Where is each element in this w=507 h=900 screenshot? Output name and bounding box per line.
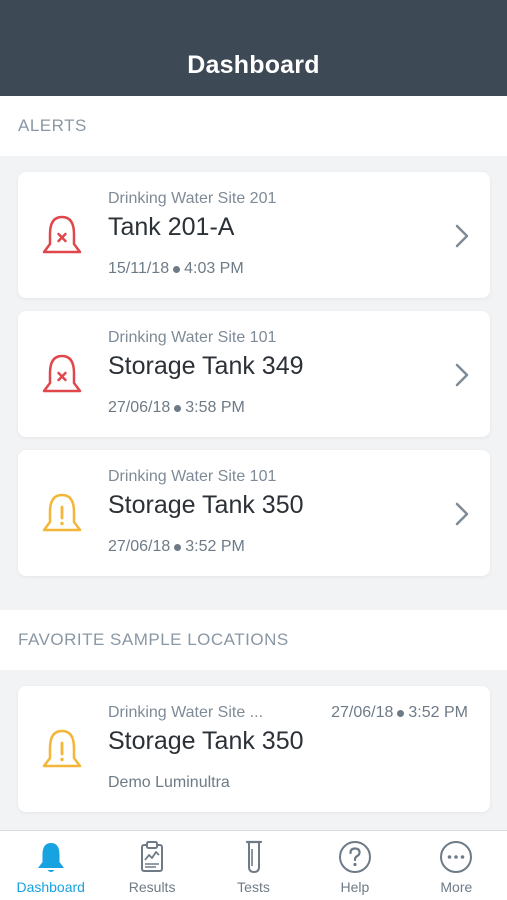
favorite-date: 27/06/18 xyxy=(331,704,394,721)
alert-date: 27/06/18 xyxy=(108,538,171,555)
chevron-right-icon[interactable] xyxy=(454,500,470,528)
separator-dot xyxy=(173,265,181,273)
favorite-timestamp: 27/06/18 3:52 PM xyxy=(331,704,468,722)
tab-label: More xyxy=(440,879,473,895)
alert-site: Drinking Water Site 101 xyxy=(108,468,277,485)
alert-time: 3:58 PM xyxy=(185,399,245,416)
bell-x-icon xyxy=(42,354,82,393)
tab-help[interactable]: Help xyxy=(304,831,405,900)
bell-icon xyxy=(37,843,64,872)
alert-time: 4:03 PM xyxy=(184,260,244,277)
page-title: Dashboard xyxy=(187,51,320,79)
tab-label: Dashboard xyxy=(16,879,85,895)
test-tube-icon xyxy=(245,840,262,874)
app-header: Dashboard xyxy=(0,0,507,96)
tab-label: Results xyxy=(128,879,176,895)
chevron-right-icon[interactable] xyxy=(454,222,470,250)
tab-tests[interactable]: Tests xyxy=(203,831,304,900)
alert-card[interactable]: Drinking Water Site 101 Storage Tank 349… xyxy=(18,311,490,437)
favorite-site: Drinking Water Site ... xyxy=(108,704,264,721)
favorite-organization: Demo Luminultra xyxy=(108,774,230,791)
tab-dashboard[interactable]: Dashboard xyxy=(0,831,101,900)
separator-dot xyxy=(174,404,182,412)
separator-dot xyxy=(174,543,182,551)
alert-date: 27/06/18 xyxy=(108,399,171,416)
alert-location-name: Storage Tank 350 xyxy=(108,491,304,519)
favorite-location-card[interactable]: Drinking Water Site ... 27/06/18 3:52 PM … xyxy=(18,686,490,812)
bell-exclamation-icon xyxy=(42,493,82,532)
favorite-time: 3:52 PM xyxy=(408,704,468,721)
favorites-section-header: FAVORITE SAMPLE LOCATIONS xyxy=(0,610,507,670)
tab-label: Tests xyxy=(237,879,270,895)
tab-label: Help xyxy=(340,879,370,895)
alert-location-name: Storage Tank 349 xyxy=(108,352,304,380)
alert-location-name: Tank 201-A xyxy=(108,213,235,241)
chevron-right-icon[interactable] xyxy=(454,361,470,389)
alert-timestamp: 27/06/18 3:58 PM xyxy=(108,399,245,417)
question-circle-icon xyxy=(338,841,371,873)
favorites-section-title: FAVORITE SAMPLE LOCATIONS xyxy=(18,630,289,649)
alert-timestamp: 15/11/18 4:03 PM xyxy=(108,260,244,278)
alerts-section-header: ALERTS xyxy=(0,96,507,156)
alert-card[interactable]: Drinking Water Site 201 Tank 201-A 15/11… xyxy=(18,172,490,298)
alert-card[interactable]: Drinking Water Site 101 Storage Tank 350… xyxy=(18,450,490,576)
alerts-section-title: ALERTS xyxy=(18,116,87,135)
alert-date: 15/11/18 xyxy=(108,260,170,277)
bottom-tab-bar: Dashboard Results Tests Help More xyxy=(0,830,507,900)
favorite-location-name: Storage Tank 350 xyxy=(108,727,304,755)
alert-site: Drinking Water Site 101 xyxy=(108,329,277,346)
bell-x-icon xyxy=(42,215,82,254)
separator-dot xyxy=(397,709,405,717)
ellipsis-circle-icon xyxy=(440,841,473,873)
alert-timestamp: 27/06/18 3:52 PM xyxy=(108,538,245,556)
tab-results[interactable]: Results xyxy=(101,831,202,900)
clipboard-chart-icon xyxy=(141,841,164,872)
alert-time: 3:52 PM xyxy=(185,538,245,555)
tab-more[interactable]: More xyxy=(406,831,507,900)
bell-exclamation-icon xyxy=(42,729,82,768)
alert-site: Drinking Water Site 201 xyxy=(108,190,277,207)
